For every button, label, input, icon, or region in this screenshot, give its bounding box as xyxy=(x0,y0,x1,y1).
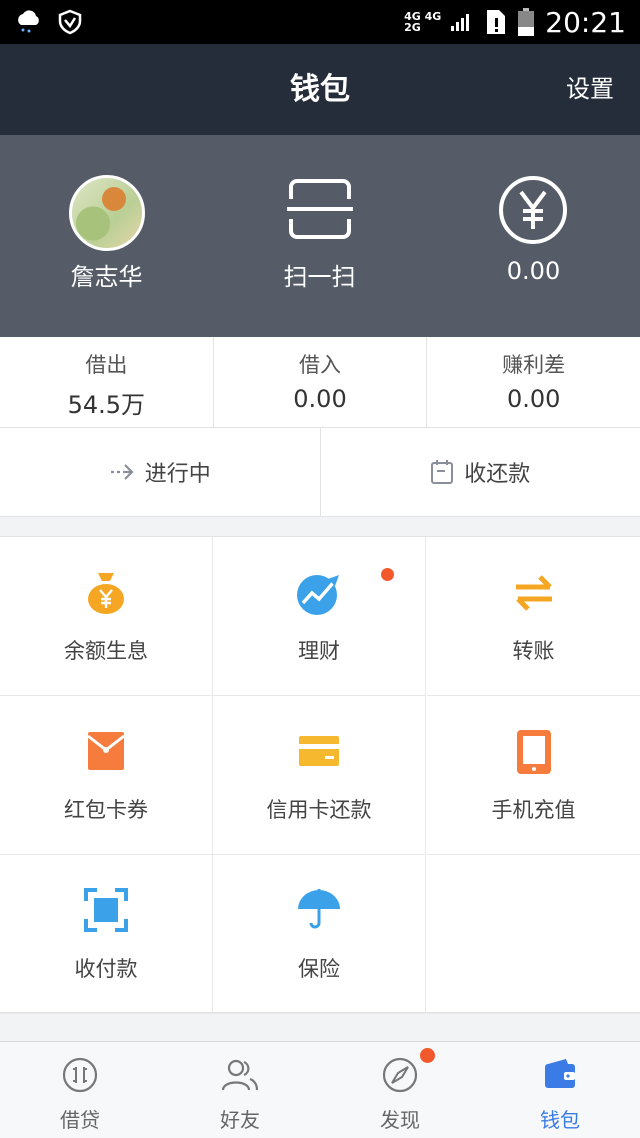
battery-icon xyxy=(518,8,535,36)
grid-item-red-packet[interactable]: 红包卡券 xyxy=(0,696,213,855)
yuan-icon xyxy=(499,176,567,244)
in-progress-button[interactable]: 进行中 xyxy=(0,428,321,516)
signal-icon xyxy=(451,13,475,31)
grid-label: 余额生息 xyxy=(64,639,148,663)
balance-entry[interactable]: 0.00 xyxy=(427,135,640,337)
nav-item-wallet[interactable]: 钱包 xyxy=(480,1042,640,1138)
repayment-button[interactable]: 收还款 xyxy=(321,428,640,516)
nav-item-loan[interactable]: 借贷 xyxy=(0,1042,160,1138)
grid-label: 收付款 xyxy=(74,957,138,981)
friends-icon xyxy=(221,1059,259,1091)
grid-item-phone-topup[interactable]: 手机充值 xyxy=(427,696,640,855)
shield-icon xyxy=(58,9,82,35)
network-type: 4G 4G 2G xyxy=(404,10,442,34)
scan-icon xyxy=(287,179,353,239)
nav-label: 钱包 xyxy=(540,1108,580,1132)
stat-label: 借入 xyxy=(299,353,341,377)
scan-frame-icon xyxy=(84,888,128,932)
scan-button[interactable]: 扫一扫 xyxy=(213,135,426,337)
loan-stats: 借出 54.5万 借入 0.00 赚利差 0.00 xyxy=(0,337,640,428)
stat-value: 0.00 xyxy=(293,385,347,413)
stat-spread[interactable]: 赚利差 0.00 xyxy=(427,337,640,427)
app-header: 钱包 设置 xyxy=(0,44,640,135)
balance-amount: 0.00 xyxy=(506,257,561,285)
stat-label: 借出 xyxy=(85,353,128,377)
compass-icon xyxy=(382,1057,418,1093)
avatar[interactable] xyxy=(69,175,145,251)
loan-icon xyxy=(62,1057,98,1093)
stat-label: 赚利差 xyxy=(502,353,566,377)
grid-item-finance[interactable]: 理财 xyxy=(213,537,426,696)
bottom-nav: 借贷 好友 发现 钱包 xyxy=(0,1041,640,1138)
notification-badge xyxy=(381,568,394,581)
grid-item-credit-card[interactable]: 信用卡还款 xyxy=(213,696,426,855)
nav-label: 好友 xyxy=(220,1108,260,1132)
action-label: 收还款 xyxy=(464,462,531,487)
nav-item-friends[interactable]: 好友 xyxy=(160,1042,320,1138)
phone-icon xyxy=(516,730,551,774)
grid-label: 理财 xyxy=(298,639,340,663)
page-title: 钱包 xyxy=(290,72,350,107)
calendar-icon xyxy=(431,460,454,484)
grid-label: 红包卡券 xyxy=(64,798,148,822)
trend-chart-icon xyxy=(297,575,339,615)
weather-cloud-icon xyxy=(18,10,39,33)
status-time: 20:21 xyxy=(545,5,626,39)
grid-item-insurance[interactable]: 保险 xyxy=(213,855,426,1014)
grid-item-balance-interest[interactable]: 余额生息 xyxy=(0,537,213,696)
service-grid: 余额生息 理财 转账 红包卡券 信用卡还款 手机充值 收付款 保险 xyxy=(0,536,640,1014)
money-bag-icon xyxy=(88,573,124,614)
stat-borrowed[interactable]: 借入 0.00 xyxy=(214,337,428,427)
nav-label: 发现 xyxy=(380,1108,420,1132)
stat-lent[interactable]: 借出 54.5万 xyxy=(0,337,214,427)
nav-label: 借贷 xyxy=(60,1108,100,1132)
scan-label: 扫一扫 xyxy=(283,263,356,291)
grid-item-receive-pay[interactable]: 收付款 xyxy=(0,855,213,1014)
sim-icon xyxy=(487,10,506,34)
profile-entry[interactable]: 詹志华 xyxy=(0,135,213,337)
red-packet-icon xyxy=(87,732,125,770)
grid-label: 转账 xyxy=(512,639,555,663)
action-label: 进行中 xyxy=(144,462,211,487)
wallet-icon xyxy=(545,1059,575,1088)
grid-label: 手机充值 xyxy=(491,798,576,822)
settings-button[interactable]: 设置 xyxy=(566,44,614,135)
grid-empty-cell xyxy=(427,855,640,1014)
loan-actions: 进行中 收还款 xyxy=(0,428,640,517)
umbrella-icon xyxy=(298,889,340,929)
grid-item-transfer[interactable]: 转账 xyxy=(427,537,640,696)
stat-value: 0.00 xyxy=(506,385,561,413)
arrow-right-icon xyxy=(110,464,134,480)
status-bar: 4G 4G 2G 20:21 xyxy=(0,0,640,44)
grid-label: 保险 xyxy=(298,957,340,981)
stat-value: 54.5万 xyxy=(67,391,146,419)
nav-item-discover[interactable]: 发现 xyxy=(320,1042,480,1138)
credit-card-icon xyxy=(299,736,339,766)
user-name: 詹志华 xyxy=(70,263,143,291)
wallet-hero: 詹志华 扫一扫 0.00 xyxy=(0,135,640,337)
notification-badge xyxy=(420,1048,435,1063)
transfer-icon xyxy=(515,575,552,611)
grid-label: 信用卡还款 xyxy=(266,798,372,822)
